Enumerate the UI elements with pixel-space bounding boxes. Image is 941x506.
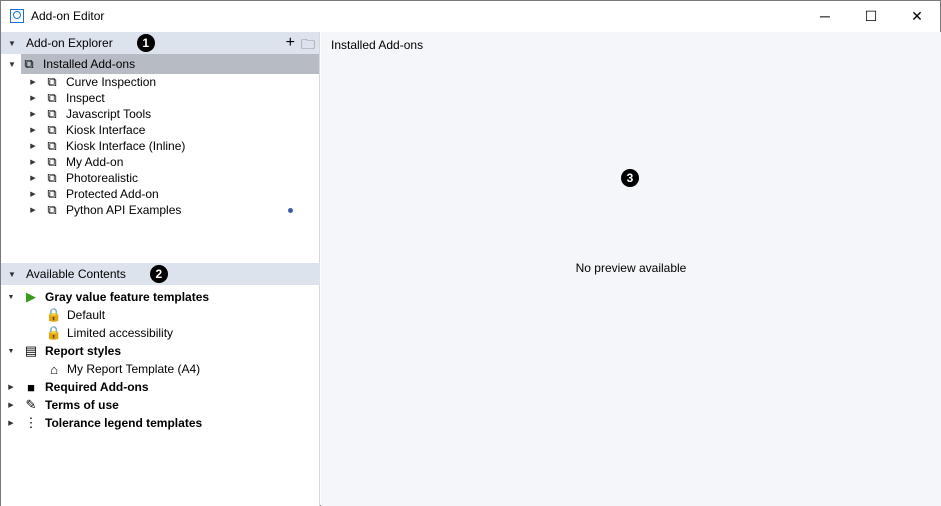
tree-item-add-on[interactable]: ▶ ⧉ Kiosk Interface (Inline) (1, 138, 319, 154)
tree-label: Installed Add-ons (43, 57, 136, 71)
tree-item-add-on[interactable]: ▶ ⧉ Inspect (1, 90, 319, 106)
expand-arrow-icon[interactable]: ▶ (28, 94, 38, 102)
tree-label: Javascript Tools (66, 107, 152, 121)
legend-icon: ⋮ (24, 415, 38, 430)
puzzle-icon: ⧉ (24, 56, 34, 71)
content-group[interactable]: ▶ ■ Required Add-ons (1, 378, 320, 396)
available-contents-header[interactable]: ▼ Available Contents 2 (1, 263, 320, 285)
add-on-editor-window: Add-on Editor ─ ☐ ✕ ▼ Add-on Explorer 1 … (0, 0, 941, 506)
lock-icon: 🔒 (45, 325, 63, 340)
folder-icon[interactable]: 🗀 (301, 34, 315, 58)
puzzle-icon: ⧉ (47, 106, 57, 121)
maximize-button[interactable]: ☐ (848, 1, 894, 31)
expand-arrow-icon[interactable]: ▶ (28, 174, 38, 182)
modified-indicator (288, 207, 293, 213)
item-label: Default (67, 308, 106, 322)
tree-label: Inspect (66, 91, 105, 105)
tree-label: My Add-on (66, 155, 124, 169)
content-item[interactable]: ⌂ My Report Template (A4) (1, 360, 320, 378)
tree-label: Kiosk Interface (66, 123, 146, 137)
puzzle-icon: ⧉ (47, 90, 57, 105)
tree-label: Kiosk Interface (Inline) (66, 139, 186, 153)
puzzle-icon: ⧉ (47, 154, 57, 169)
tree-item-add-on[interactable]: ▶ ⧉ Protected Add-on (1, 186, 319, 202)
tree-item-add-on[interactable]: ▶ ⧉ Javascript Tools (1, 106, 319, 122)
group-label: Terms of use (45, 398, 119, 412)
tree-label: Protected Add-on (66, 187, 159, 201)
group-label: Required Add-ons (45, 380, 149, 394)
expand-arrow-icon[interactable]: ▶ (28, 78, 38, 86)
section-title: Available Contents (26, 267, 126, 281)
puzzle-icon: ⧉ (47, 74, 57, 89)
tree-item-add-on[interactable]: ▶ ⧉ Curve Inspection (1, 74, 319, 90)
window-title: Add-on Editor (31, 9, 105, 23)
app-icon (10, 9, 24, 23)
tree-item-installed-add-ons[interactable]: ⧉ Installed Add-ons (21, 54, 319, 74)
preview-panel: Installed Add-ons 3 No preview available (321, 32, 941, 506)
expand-arrow-icon[interactable]: ▶ (28, 126, 38, 134)
content-group[interactable]: ▼ ▤ Report styles (1, 342, 320, 360)
callout-badge: 1 (136, 34, 155, 52)
tree-item-add-on[interactable]: ▶ ⧉ Kiosk Interface (1, 122, 319, 138)
expand-arrow-icon[interactable]: ▶ (6, 383, 16, 391)
title-bar: Add-on Editor ─ ☐ ✕ (1, 1, 940, 31)
content-item[interactable]: 🔒 Default (1, 306, 320, 324)
item-label: My Report Template (A4) (67, 362, 201, 376)
expand-arrow-icon[interactable]: ▶ (28, 190, 38, 198)
tree-label: Curve Inspection (66, 75, 157, 89)
group-label: Gray value feature templates (45, 290, 210, 304)
tree-item-add-on[interactable]: ▶ ⧉ Python API Examples (1, 202, 319, 218)
content-item[interactable]: 🔒 Limited accessibility (1, 324, 320, 342)
green-template-icon: ▶ (26, 289, 36, 304)
left-panel: ▼ Add-on Explorer 1 + 🗀 ▼ ⧉ Installed Ad… (1, 32, 320, 506)
puzzle-icon: ⧉ (47, 138, 57, 153)
document-edit-icon: ✎ (25, 397, 37, 412)
expand-arrow-icon[interactable]: ▶ (28, 158, 38, 166)
tree-label: Photorealistic (66, 171, 139, 185)
expand-arrow-icon[interactable]: ▶ (6, 419, 16, 427)
puzzle-icon: ⧉ (47, 122, 57, 137)
collapse-icon[interactable]: ▼ (6, 270, 18, 279)
group-label: Tolerance legend templates (45, 416, 203, 430)
section-title: Add-on Explorer (26, 36, 113, 50)
tree-label: Python API Examples (66, 203, 182, 217)
empty-preview-message: No preview available (575, 261, 687, 275)
expand-arrow-icon[interactable]: ▶ (28, 142, 38, 150)
puzzle-icon: ⧉ (47, 170, 57, 185)
puzzle-icon: ⧉ (47, 186, 57, 201)
tree-item-add-on[interactable]: ▶ ⧉ Photorealistic (1, 170, 319, 186)
box-icon: ■ (27, 379, 35, 395)
preview-title: Installed Add-ons (331, 38, 424, 52)
content-group[interactable]: ▼ ▶ Gray value feature templates (1, 288, 320, 306)
easel-icon: ⌂ (50, 361, 58, 377)
lock-icon: 🔒 (45, 307, 63, 322)
collapse-icon[interactable]: ▼ (6, 39, 18, 48)
collapse-arrow-icon[interactable]: ▼ (6, 294, 16, 301)
tree-item-add-on[interactable]: ▶ ⧉ My Add-on (1, 154, 319, 170)
item-label: Limited accessibility (67, 326, 174, 340)
puzzle-icon: ⧉ (47, 202, 57, 217)
expand-arrow-icon[interactable]: ▶ (6, 401, 16, 409)
minimize-button[interactable]: ─ (802, 1, 848, 31)
expand-icon[interactable]: ▼ (6, 60, 18, 69)
expand-arrow-icon[interactable]: ▶ (28, 110, 38, 118)
close-button[interactable]: ✕ (894, 1, 940, 31)
callout-badge: 3 (621, 169, 639, 187)
add-icon[interactable]: + (286, 34, 295, 58)
callout-badge: 2 (149, 265, 168, 283)
content-group[interactable]: ▶ ✎ Terms of use (1, 396, 320, 414)
expand-arrow-icon[interactable]: ▶ (28, 206, 38, 214)
content-group[interactable]: ▶ ⋮ Tolerance legend templates (1, 414, 320, 432)
collapse-arrow-icon[interactable]: ▼ (6, 348, 16, 355)
report-icon: ▤ (24, 343, 38, 358)
group-label: Report styles (45, 344, 122, 358)
add-on-explorer-header[interactable]: ▼ Add-on Explorer 1 + 🗀 (1, 32, 319, 54)
